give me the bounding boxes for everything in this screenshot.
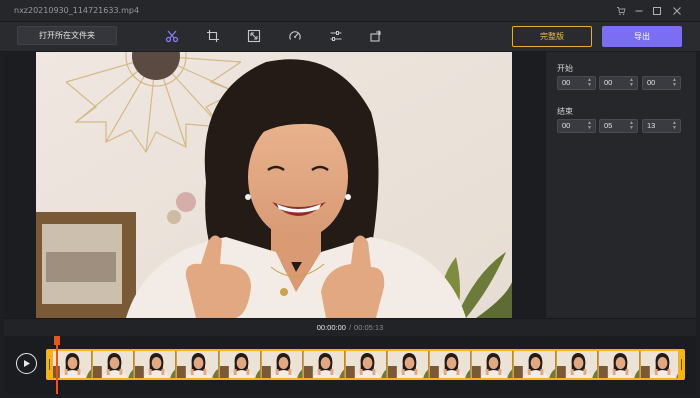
export-button[interactable]: 导出 xyxy=(602,26,682,47)
video-preview xyxy=(4,52,545,318)
full-version-button[interactable]: 完整版 xyxy=(512,26,592,47)
start-label: 开始 xyxy=(557,64,573,73)
playhead[interactable] xyxy=(56,336,58,394)
spin-arrows-icon[interactable]: ▲ ▼ xyxy=(587,78,592,88)
title-bar: nxz20210930_114721633.mp4 xyxy=(0,0,700,22)
timeline-frame xyxy=(514,351,556,378)
trim-end-handle[interactable] xyxy=(678,349,685,380)
timeline-frame xyxy=(430,351,472,378)
timeline-frame xyxy=(303,351,345,378)
timeline-frame xyxy=(388,351,430,378)
maximize-icon[interactable] xyxy=(648,3,666,19)
speed-icon[interactable] xyxy=(286,27,304,45)
end-hours-field[interactable]: 00 ▲ ▼ xyxy=(557,119,596,133)
spin-arrows-icon[interactable]: ▲ ▼ xyxy=(587,121,592,131)
timeline-frame xyxy=(598,351,640,378)
timeline-frame xyxy=(640,351,682,378)
scissors-icon[interactable] xyxy=(163,27,181,45)
timeline-frame xyxy=(219,351,261,378)
rotate-icon[interactable] xyxy=(367,27,385,45)
spin-arrows-icon[interactable]: ▲ ▼ xyxy=(629,121,634,131)
timeline-frame xyxy=(93,351,135,378)
resize-icon[interactable] xyxy=(245,27,263,45)
time-separator: / xyxy=(348,323,352,332)
start-minutes-field[interactable]: 00 ▲ ▼ xyxy=(599,76,638,90)
close-icon[interactable] xyxy=(668,3,686,19)
end-seconds-field[interactable]: 13 ▲ ▼ xyxy=(642,119,681,133)
timeline xyxy=(4,336,696,394)
start-seconds-field[interactable]: 00 ▲ ▼ xyxy=(642,76,681,90)
trim-start-handle[interactable] xyxy=(46,349,53,380)
timeline-frame xyxy=(177,351,219,378)
current-time: 00:00:00 xyxy=(316,323,346,332)
video-frame xyxy=(36,52,512,318)
spin-arrows-icon[interactable]: ▲ ▼ xyxy=(672,78,677,88)
crop-icon[interactable] xyxy=(204,27,222,45)
timeline-frame xyxy=(135,351,177,378)
spin-arrows-icon[interactable]: ▲ ▼ xyxy=(672,121,677,131)
timeline-frame xyxy=(261,351,303,378)
minimize-icon[interactable] xyxy=(630,3,648,19)
total-time: 00:05:13 xyxy=(354,323,384,332)
play-icon xyxy=(24,360,30,367)
cart-icon[interactable] xyxy=(612,3,630,19)
timeline-frame xyxy=(345,351,388,378)
open-folder-button[interactable]: 打开所在文件夹 xyxy=(17,26,117,45)
trim-panel: 开始 00 ▲ ▼ 00 ▲ ▼ 00 ▲ ▼ 结束 00 ▲ ▼ 05 ▲ ▼ 13 ▲… xyxy=(545,52,696,318)
window-title: nxz20210930_114721633.mp4 xyxy=(14,6,140,15)
playback-time: 00:00:00 / 00:05:13 xyxy=(4,318,696,336)
toolbar: 打开所在文件夹 完整版 导出 xyxy=(0,22,700,52)
adjust-icon[interactable] xyxy=(327,27,345,45)
timeline-frame xyxy=(556,351,598,378)
start-hours-field[interactable]: 00 ▲ ▼ xyxy=(557,76,596,90)
end-label: 结束 xyxy=(557,107,573,116)
play-button[interactable] xyxy=(16,353,37,374)
spin-arrows-icon[interactable]: ▲ ▼ xyxy=(629,78,634,88)
clip-strip[interactable] xyxy=(49,349,685,380)
timeline-frame xyxy=(472,351,514,378)
end-minutes-field[interactable]: 05 ▲ ▼ xyxy=(599,119,638,133)
